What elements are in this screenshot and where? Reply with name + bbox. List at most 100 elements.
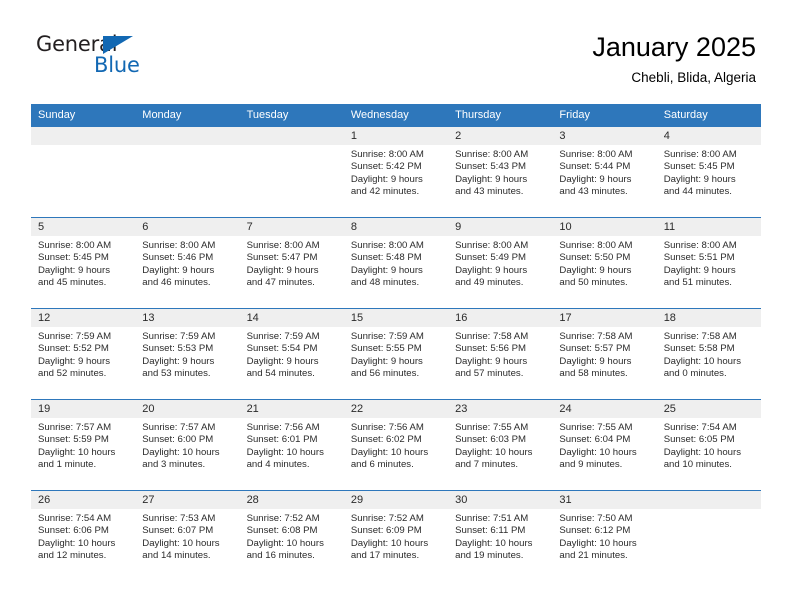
daylight-text-cont: and 10 minutes. bbox=[663, 459, 732, 471]
calendar-day-cell-empty bbox=[239, 126, 344, 218]
daylight-text-cont: and 45 minutes. bbox=[38, 277, 107, 289]
calendar-day-cell[interactable]: 17 Sunrise: 7:58 AM Sunset: 5:57 PM Dayligh… bbox=[552, 308, 657, 400]
day-number: 29 bbox=[343, 491, 449, 509]
calendar-day-cell[interactable]: 30 Sunrise: 7:51 AM Sunset: 6:11 PM Dayligh… bbox=[448, 490, 553, 581]
sunset-text: Sunset: 6:01 PM bbox=[246, 434, 318, 446]
calendar-day-cell[interactable]: 8 Sunrise: 8:00 AM Sunset: 5:48 PM Daylight… bbox=[343, 217, 449, 309]
sunrise-text: Sunrise: 7:58 AM bbox=[559, 331, 633, 342]
sunset-text: Sunset: 5:50 PM bbox=[559, 252, 631, 264]
calendar-day-cell[interactable]: 31 Sunrise: 7:50 AM Sunset: 6:12 PM Dayligh… bbox=[552, 490, 657, 581]
day-number: 18 bbox=[656, 309, 761, 327]
calendar-day-cell[interactable]: 5 Sunrise: 8:00 AM Sunset: 5:45 PM Daylight… bbox=[31, 217, 136, 309]
daylight-text-cont: and 6 minutes. bbox=[350, 459, 414, 471]
calendar-day-cell[interactable]: 10 Sunrise: 8:00 AM Sunset: 5:50 PM Dayligh… bbox=[552, 217, 657, 309]
weekday-header-saturday: Saturday bbox=[656, 104, 761, 127]
sunset-text: Sunset: 5:58 PM bbox=[663, 343, 735, 355]
calendar-day-cell[interactable]: 18 Sunrise: 7:58 AM Sunset: 5:58 PM Dayligh… bbox=[656, 308, 761, 400]
calendar-day-cell[interactable]: 6 Sunrise: 8:00 AM Sunset: 5:46 PM Daylight… bbox=[135, 217, 240, 309]
day-details: Sunrise: 7:50 AM Sunset: 6:12 PM Daylight:… bbox=[552, 509, 656, 563]
daylight-text-cont: and 54 minutes. bbox=[246, 368, 315, 380]
daylight-text: Daylight: 9 hours bbox=[663, 264, 736, 276]
calendar-day-cell[interactable]: 7 Sunrise: 8:00 AM Sunset: 5:47 PM Daylight… bbox=[239, 217, 344, 309]
day-number: 26 bbox=[31, 491, 136, 509]
day-details: Sunrise: 7:52 AM Sunset: 6:08 PM Daylight:… bbox=[240, 509, 344, 563]
sunrise-text: Sunrise: 7:56 AM bbox=[350, 422, 424, 433]
calendar-day-cell[interactable]: 13 Sunrise: 7:59 AM Sunset: 5:53 PM Dayligh… bbox=[135, 308, 240, 400]
day-number: 11 bbox=[656, 218, 761, 236]
sunset-text: Sunset: 5:49 PM bbox=[455, 252, 527, 264]
day-number: 21 bbox=[239, 400, 344, 418]
sunset-text: Sunset: 5:47 PM bbox=[246, 252, 318, 264]
general-blue-logo[interactable]: General Blue bbox=[36, 32, 166, 82]
day-details: Sunrise: 7:59 AM Sunset: 5:53 PM Daylight:… bbox=[135, 327, 239, 381]
day-details: Sunrise: 8:00 AM Sunset: 5:47 PM Daylight:… bbox=[240, 236, 344, 290]
calendar-day-cell[interactable]: 22 Sunrise: 7:56 AM Sunset: 6:02 PM Dayligh… bbox=[343, 399, 449, 491]
day-details: Sunrise: 7:51 AM Sunset: 6:11 PM Daylight:… bbox=[448, 509, 552, 563]
day-details: Sunrise: 7:56 AM Sunset: 6:01 PM Daylight:… bbox=[240, 418, 344, 472]
calendar-grid: Sunday Monday Tuesday Wednesday Thursday… bbox=[31, 104, 761, 581]
calendar-day-cell[interactable]: 27 Sunrise: 7:53 AM Sunset: 6:07 PM Dayligh… bbox=[135, 490, 240, 581]
day-details: Sunrise: 8:00 AM Sunset: 5:48 PM Daylight:… bbox=[344, 236, 448, 290]
calendar-day-cell[interactable]: 20 Sunrise: 7:57 AM Sunset: 6:00 PM Dayligh… bbox=[135, 399, 240, 491]
day-number: 5 bbox=[31, 218, 136, 236]
calendar-day-cell[interactable]: 28 Sunrise: 7:52 AM Sunset: 6:08 PM Dayligh… bbox=[239, 490, 344, 581]
sunset-text: Sunset: 6:09 PM bbox=[350, 525, 422, 537]
calendar-day-cell[interactable]: 4 Sunrise: 8:00 AM Sunset: 5:45 PM Daylight… bbox=[656, 126, 761, 218]
calendar-day-cell[interactable]: 19 Sunrise: 7:57 AM Sunset: 5:59 PM Dayligh… bbox=[31, 399, 136, 491]
day-details: Sunrise: 7:59 AM Sunset: 5:54 PM Daylight:… bbox=[240, 327, 344, 381]
sunrise-text: Sunrise: 8:00 AM bbox=[559, 149, 633, 160]
day-number: 24 bbox=[552, 400, 657, 418]
daylight-text: Daylight: 10 hours bbox=[142, 537, 220, 549]
day-number: 28 bbox=[239, 491, 344, 509]
daylight-text-cont: and 44 minutes. bbox=[663, 186, 732, 198]
sunrise-text: Sunrise: 7:55 AM bbox=[559, 422, 633, 433]
calendar-day-cell[interactable]: 2 Sunrise: 8:00 AM Sunset: 5:43 PM Daylight… bbox=[448, 126, 553, 218]
sunrise-text: Sunrise: 8:00 AM bbox=[246, 240, 320, 251]
weekday-header-wednesday: Wednesday bbox=[343, 104, 449, 127]
day-number bbox=[656, 491, 761, 509]
daylight-text-cont: and 17 minutes. bbox=[350, 550, 420, 562]
daylight-text-cont: and 53 minutes. bbox=[142, 368, 211, 380]
calendar-day-cell[interactable]: 25 Sunrise: 7:54 AM Sunset: 6:05 PM Dayligh… bbox=[656, 399, 761, 491]
calendar-week-row: 19 Sunrise: 7:57 AM Sunset: 5:59 PM Dayligh… bbox=[31, 399, 761, 491]
sunrise-text: Sunrise: 7:57 AM bbox=[38, 422, 112, 433]
calendar-day-cell[interactable]: 16 Sunrise: 7:58 AM Sunset: 5:56 PM Dayligh… bbox=[448, 308, 553, 400]
calendar-day-cell[interactable]: 15 Sunrise: 7:59 AM Sunset: 5:55 PM Dayligh… bbox=[343, 308, 449, 400]
sunset-text: Sunset: 6:08 PM bbox=[246, 525, 318, 537]
daylight-text: Daylight: 9 hours bbox=[559, 355, 632, 367]
daylight-text: Daylight: 9 hours bbox=[350, 264, 423, 276]
day-number: 19 bbox=[31, 400, 136, 418]
sunrise-text: Sunrise: 7:59 AM bbox=[350, 331, 424, 342]
day-details: Sunrise: 7:56 AM Sunset: 6:02 PM Daylight:… bbox=[344, 418, 448, 472]
calendar-day-cell[interactable]: 3 Sunrise: 8:00 AM Sunset: 5:44 PM Daylight… bbox=[552, 126, 657, 218]
daylight-text-cont: and 12 minutes. bbox=[38, 550, 107, 562]
day-number: 31 bbox=[552, 491, 657, 509]
calendar-day-cell[interactable]: 1 Sunrise: 8:00 AM Sunset: 5:42 PM Daylight… bbox=[343, 126, 449, 218]
daylight-text: Daylight: 10 hours bbox=[663, 355, 742, 367]
sunrise-text: Sunrise: 7:54 AM bbox=[663, 422, 737, 433]
day-details: Sunrise: 7:55 AM Sunset: 6:04 PM Daylight:… bbox=[552, 418, 656, 472]
calendar-week-row: 12 Sunrise: 7:59 AM Sunset: 5:52 PM Dayligh… bbox=[31, 308, 761, 400]
daylight-text-cont: and 46 minutes. bbox=[142, 277, 211, 289]
daylight-text: Daylight: 10 hours bbox=[246, 537, 324, 549]
sunset-text: Sunset: 6:00 PM bbox=[142, 434, 214, 446]
daylight-text-cont: and 7 minutes. bbox=[455, 459, 519, 471]
daylight-text: Daylight: 10 hours bbox=[38, 537, 116, 549]
calendar-day-cell[interactable]: 21 Sunrise: 7:56 AM Sunset: 6:01 PM Dayligh… bbox=[239, 399, 344, 491]
day-number: 30 bbox=[448, 491, 553, 509]
calendar-day-cell[interactable]: 14 Sunrise: 7:59 AM Sunset: 5:54 PM Dayligh… bbox=[239, 308, 344, 400]
sunset-text: Sunset: 5:52 PM bbox=[38, 343, 109, 355]
daylight-text: Daylight: 10 hours bbox=[350, 537, 429, 549]
day-details: Sunrise: 7:53 AM Sunset: 6:07 PM Daylight:… bbox=[135, 509, 239, 563]
calendar-day-cell[interactable]: 23 Sunrise: 7:55 AM Sunset: 6:03 PM Dayligh… bbox=[448, 399, 553, 491]
calendar-day-cell[interactable]: 24 Sunrise: 7:55 AM Sunset: 6:04 PM Dayligh… bbox=[552, 399, 657, 491]
day-number: 10 bbox=[552, 218, 657, 236]
calendar-day-cell[interactable]: 26 Sunrise: 7:54 AM Sunset: 6:06 PM Dayligh… bbox=[31, 490, 136, 581]
calendar-day-cell[interactable]: 9 Sunrise: 8:00 AM Sunset: 5:49 PM Daylight… bbox=[448, 217, 553, 309]
calendar-day-cell-empty bbox=[135, 126, 240, 218]
day-details: Sunrise: 8:00 AM Sunset: 5:43 PM Daylight:… bbox=[448, 145, 552, 199]
calendar-day-cell[interactable]: 12 Sunrise: 7:59 AM Sunset: 5:52 PM Dayligh… bbox=[31, 308, 136, 400]
calendar-day-cell[interactable]: 29 Sunrise: 7:52 AM Sunset: 6:09 PM Dayligh… bbox=[343, 490, 449, 581]
calendar-week-row: 1 Sunrise: 8:00 AM Sunset: 5:42 PM Daylight… bbox=[31, 126, 761, 218]
calendar-day-cell[interactable]: 11 Sunrise: 8:00 AM Sunset: 5:51 PM Dayligh… bbox=[656, 217, 761, 309]
